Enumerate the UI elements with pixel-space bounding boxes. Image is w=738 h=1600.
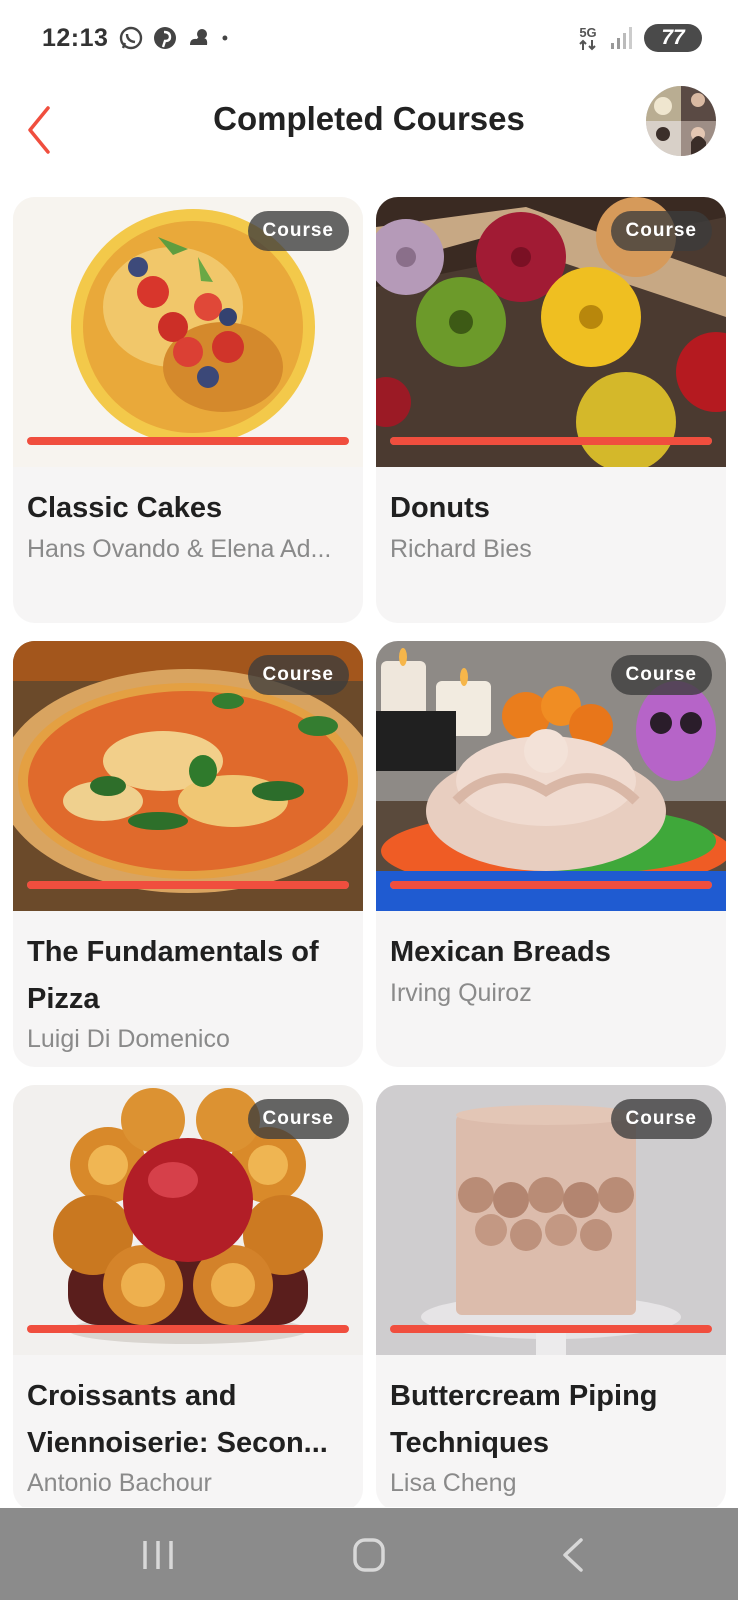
course-card[interactable]: Course Croissants and Viennoiserie: Seco… (13, 1085, 363, 1507)
status-time: 12:13 (42, 24, 109, 52)
course-title: Buttercream Piping Techniques (390, 1380, 658, 1459)
course-author: Hans Ovando & Elena Ad... (27, 535, 332, 563)
header: Completed Courses (0, 80, 738, 200)
nav-back-button[interactable] (543, 1530, 603, 1580)
progress-fill (27, 437, 349, 445)
course-badge: Course (610, 211, 712, 251)
course-badge: Course (247, 1099, 349, 1139)
data-arrows-icon (579, 39, 596, 50)
progress-bar (27, 1325, 349, 1333)
progress-bar (390, 1325, 712, 1333)
course-badge: Course (247, 655, 349, 695)
course-author: Richard Bies (390, 535, 532, 563)
status-right: 5G 77 (576, 24, 702, 52)
back-icon (563, 1538, 583, 1572)
course-title: Croissants and Viennoiserie: Secon... (27, 1380, 328, 1459)
progress-fill (390, 437, 712, 445)
course-author: Lisa Cheng (390, 1469, 517, 1497)
dot-icon (222, 35, 228, 41)
course-card[interactable]: Course Buttercream Piping Techniques Lis… (376, 1085, 726, 1507)
signal-icon (611, 27, 632, 49)
course-badge: Course (610, 1099, 712, 1139)
status-bar: 12:13 5G 77 (0, 0, 738, 80)
course-title: Donuts (390, 492, 490, 524)
progress-fill (27, 1325, 349, 1333)
course-card[interactable]: Course The Fundamentals of Pizza Luigi D… (13, 641, 363, 1067)
course-title: The Fundamentals of Pizza (27, 936, 319, 1015)
course-author: Irving Quiroz (390, 979, 532, 1007)
system-nav-bar (0, 1508, 738, 1600)
pinterest-icon (154, 27, 176, 49)
courses-grid: Course Classic Cakes Hans Ovando & Elena… (13, 197, 727, 1507)
progress-bar (390, 881, 712, 889)
notification-icons (118, 25, 236, 51)
course-title: Mexican Breads (390, 936, 611, 968)
network-type: 5G (579, 24, 597, 40)
course-card[interactable]: Course Donuts Richard Bies (376, 197, 726, 623)
progress-bar (27, 437, 349, 445)
home-icon (353, 1538, 385, 1572)
progress-fill (27, 881, 349, 889)
battery-level: 77 (661, 26, 685, 49)
whatsapp-icon (119, 26, 143, 50)
progress-bar (27, 881, 349, 889)
progress-fill (390, 881, 712, 889)
course-card[interactable]: Course Classic Cakes Hans Ovando & Elena… (13, 197, 363, 623)
recent-apps-button[interactable] (128, 1530, 188, 1580)
course-title: Classic Cakes (27, 492, 223, 524)
course-badge: Course (247, 211, 349, 251)
weather-icon (190, 29, 208, 45)
course-badge: Course (610, 655, 712, 695)
network-indicator: 5G (576, 26, 600, 51)
page-title: Completed Courses (213, 100, 525, 137)
course-author: Luigi Di Domenico (27, 1025, 230, 1053)
progress-bar (390, 437, 712, 445)
progress-fill (390, 1325, 712, 1333)
course-card[interactable]: Course Mexican Breads Irving Quiroz (376, 641, 726, 1067)
course-author: Antonio Bachour (27, 1469, 212, 1497)
home-button[interactable] (339, 1530, 399, 1580)
battery-indicator: 77 (644, 24, 702, 52)
avatar[interactable] (646, 86, 716, 156)
recent-apps-icon (143, 1541, 173, 1569)
